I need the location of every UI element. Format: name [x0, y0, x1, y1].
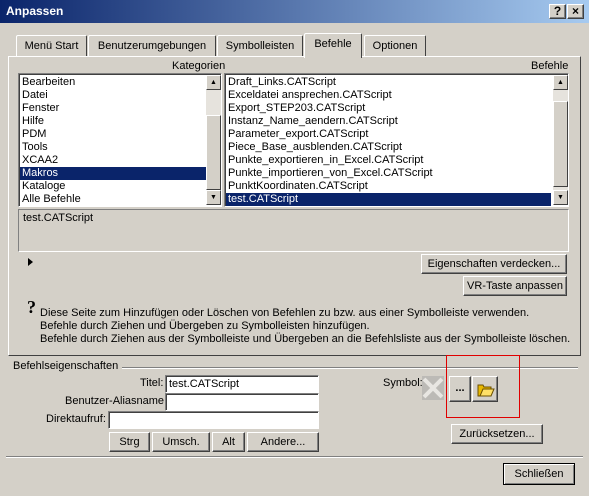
folder-icon: [477, 384, 495, 397]
list-item-selected[interactable]: test.CATScript: [226, 193, 551, 206]
hide-properties-button[interactable]: Eigenschaften verdecken...: [421, 254, 567, 274]
tab-symbolleisten[interactable]: Symbolleisten: [217, 35, 303, 57]
tab-optionen[interactable]: Optionen: [364, 35, 426, 57]
close-title-button[interactable]: ×: [567, 4, 584, 19]
description-box: test.CATScript: [18, 209, 569, 252]
properties-group-label: Befehlseigenschaften: [13, 360, 119, 372]
list-item[interactable]: Instanz_Name_aendern.CATScript: [226, 115, 551, 128]
list-item[interactable]: Punkte_exportieren_in_Excel.CATScript: [226, 154, 551, 167]
scroll-up-icon[interactable]: ▲: [553, 75, 568, 90]
shift-button[interactable]: Umsch.: [152, 432, 210, 452]
help-icon: ?: [27, 297, 36, 317]
list-item[interactable]: Draft_Links.CATScript: [226, 76, 551, 89]
list-item[interactable]: Fenster: [20, 102, 206, 115]
shortcut-field[interactable]: [108, 411, 319, 429]
other-keys-button[interactable]: Andere...: [247, 432, 319, 452]
ctrl-button[interactable]: Strg: [109, 432, 150, 452]
title-label: Titel:: [140, 377, 164, 389]
list-item-selected[interactable]: Makros: [20, 167, 206, 180]
list-item[interactable]: Alle Befehle: [20, 193, 206, 206]
shortcut-label: Direktaufruf:: [46, 413, 106, 425]
categories-header: Kategorien: [172, 60, 226, 72]
list-item[interactable]: Exceldatei ansprechen.CATScript: [226, 89, 551, 102]
tab-befehle[interactable]: Befehle: [304, 33, 362, 58]
reset-button[interactable]: Zurücksetzen...: [451, 424, 543, 444]
title-field[interactable]: test.CATScript: [165, 375, 319, 393]
alt-button[interactable]: Alt: [212, 432, 245, 452]
help-line-2: Befehle durch Ziehen und Übergeben zu Sy…: [40, 320, 370, 332]
categories-list[interactable]: Bearbeiten Datei Fenster Hilfe PDM Tools…: [18, 73, 222, 207]
help-title-button[interactable]: ?: [549, 4, 566, 19]
list-item[interactable]: Parameter_export.CATScript: [226, 128, 551, 141]
commands-scrollbar[interactable]: ▲ ▼: [553, 75, 568, 205]
list-item[interactable]: Kataloge: [20, 180, 206, 193]
list-item[interactable]: Punkte_importieren_von_Excel.CATScript: [226, 167, 551, 180]
tab-menu-start[interactable]: Menü Start: [16, 35, 87, 57]
title-bar: [0, 0, 589, 24]
description-text: test.CATScript: [23, 212, 94, 224]
help-line-3: Befehle durch Ziehen aus der Symbolleist…: [40, 333, 571, 345]
scroll-down-icon[interactable]: ▼: [553, 190, 568, 205]
close-button[interactable]: Schließen: [503, 463, 575, 485]
list-item[interactable]: Bearbeiten: [20, 76, 206, 89]
scroll-up-icon[interactable]: ▲: [206, 75, 221, 90]
list-item[interactable]: Export_STEP203.CATScript: [226, 102, 551, 115]
list-item[interactable]: PDM: [20, 128, 206, 141]
symbol-preview-icon: [422, 376, 444, 400]
list-item[interactable]: Hilfe: [20, 115, 206, 128]
tab-benutzerumgebungen[interactable]: Benutzerumgebungen: [88, 35, 216, 57]
categories-scrollbar[interactable]: ▲ ▼: [206, 75, 221, 205]
footer-divider: [6, 456, 583, 458]
commands-list[interactable]: Draft_Links.CATScript Exceldatei ansprec…: [224, 73, 569, 207]
list-item[interactable]: XCAA2: [20, 154, 206, 167]
browse-icon-button[interactable]: ...: [449, 376, 471, 402]
list-item[interactable]: Datei: [20, 89, 206, 102]
scroll-thumb[interactable]: [553, 101, 568, 187]
alias-field[interactable]: [165, 393, 319, 411]
vr-key-button[interactable]: VR-Taste anpassen: [463, 276, 567, 296]
list-item[interactable]: PunktKoordinaten.CATScript: [226, 180, 551, 193]
commands-header: Befehle: [531, 60, 569, 72]
symbol-label: Symbol:: [383, 377, 423, 389]
list-item[interactable]: Tools: [20, 141, 206, 154]
help-line-1: Diese Seite zum Hinzufügen oder Löschen …: [40, 307, 530, 319]
scroll-thumb[interactable]: [206, 115, 221, 190]
scroll-down-icon[interactable]: ▼: [206, 190, 221, 205]
window-title: Anpassen: [6, 4, 64, 18]
expand-arrow-icon[interactable]: [28, 258, 33, 266]
open-folder-button[interactable]: [472, 376, 498, 402]
alias-label: Benutzer-Aliasname:: [65, 395, 168, 407]
list-item[interactable]: Piece_Base_ausblenden.CATScript: [226, 141, 551, 154]
